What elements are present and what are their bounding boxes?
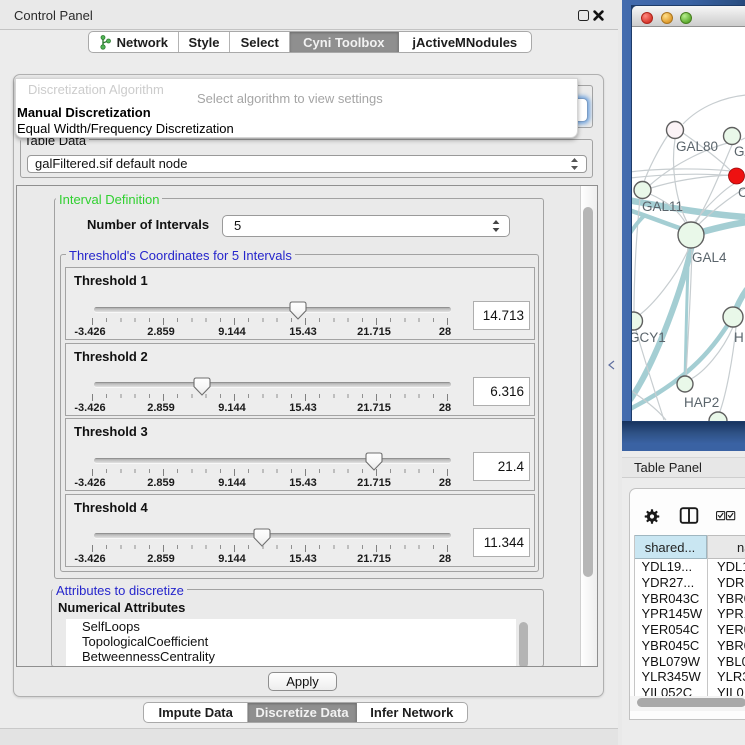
svg-text:HAP2: HAP2 <box>684 395 719 410</box>
svg-text:GA: GA <box>734 144 745 159</box>
svg-text:C: C <box>738 185 745 200</box>
svg-text:GAL4: GAL4 <box>692 250 727 265</box>
svg-text:H: H <box>734 330 744 345</box>
svg-text:GAL80: GAL80 <box>676 139 718 154</box>
svg-text:GCY1: GCY1 <box>632 330 666 345</box>
svg-text:GAL11: GAL11 <box>642 199 683 214</box>
